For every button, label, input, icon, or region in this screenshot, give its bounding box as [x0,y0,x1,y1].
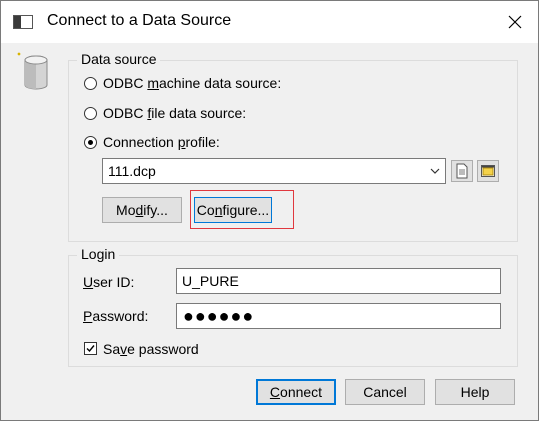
connect-button[interactable]: Connect [256,379,336,405]
profile-combobox[interactable]: 111.dcp [102,158,446,184]
chevron-down-icon[interactable] [427,162,443,180]
profile-value: 111.dcp [108,163,156,179]
radio-odbc-machine[interactable]: ODBC machine data source: [84,75,281,91]
user-id-input[interactable]: U_PURE [176,268,501,294]
save-password-checkbox[interactable] [84,342,97,355]
radio-circle[interactable] [84,106,97,120]
modify-button[interactable]: Mo d ify... [102,197,182,223]
radio-circle[interactable] [84,76,97,90]
radio-connection-profile-label: Connection profile: [103,134,220,150]
radio-odbc-file-label: ODBC file data source: [103,105,247,121]
folder-icon [481,165,495,177]
close-icon [508,15,522,29]
password-value: ●●●●●● [183,306,255,326]
password-input[interactable]: ●●●●●● [176,303,501,329]
radio-circle-selected[interactable] [84,135,97,149]
dialog-window: Connect to a Data Source Data source ODB… [0,0,539,421]
radio-odbc-file[interactable]: ODBC file data source: [84,105,246,121]
user-id-label: User ID: [83,274,135,290]
login-legend: Login [77,246,120,262]
title-bar: Connect to a Data Source [1,1,538,43]
help-button[interactable]: Help [435,379,515,405]
password-label: Password: [83,308,149,324]
window-icon [13,15,33,29]
document-icon [456,163,468,179]
new-profile-button[interactable] [451,160,473,182]
checkmark-icon [86,345,95,353]
radio-odbc-machine-label: ODBC machine data source: [103,75,282,91]
highlight-annotation [190,190,294,229]
user-id-value: U_PURE [182,273,239,289]
open-profile-button[interactable] [477,160,499,182]
window-title: Connect to a Data Source [47,12,232,29]
database-icon [17,52,48,90]
close-button[interactable] [492,1,538,43]
radio-connection-profile[interactable]: Connection profile: [84,134,220,150]
cancel-button[interactable]: Cancel [345,379,425,405]
data-source-legend: Data source [77,51,161,67]
save-password-label: Save password [103,341,199,357]
